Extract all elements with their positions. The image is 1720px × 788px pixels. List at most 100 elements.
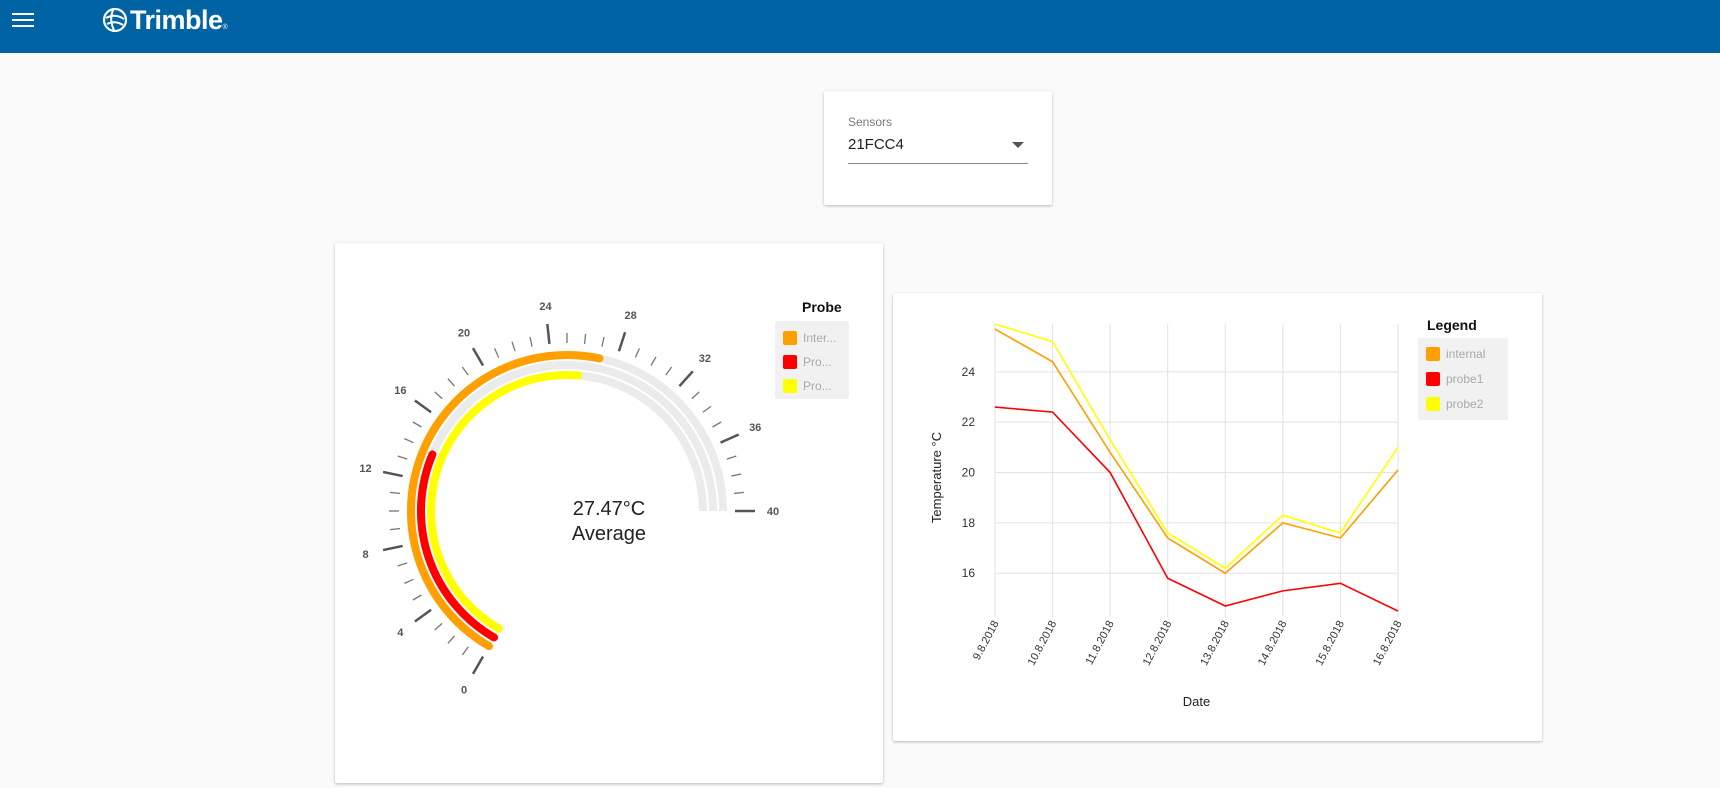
gauge-minor-tick bbox=[529, 336, 533, 347]
x-tick-label: 10.8.2018 bbox=[1026, 619, 1060, 668]
legend-item-internal[interactable]: internal bbox=[1426, 346, 1485, 362]
gauge-minor-tick bbox=[389, 491, 400, 495]
y-tick-label: 18 bbox=[962, 516, 976, 530]
gauge-minor-tick bbox=[412, 421, 422, 428]
legend-label: Pro... bbox=[803, 355, 832, 369]
gauge-minor-tick bbox=[397, 562, 408, 567]
gauge-tick-label: 8 bbox=[362, 549, 368, 561]
x-tick-label: 16.8.2018 bbox=[1371, 619, 1405, 668]
gauge-minor-tick bbox=[691, 391, 700, 400]
logo-registered-mark: ® bbox=[222, 24, 228, 31]
gauge-minor-tick bbox=[712, 421, 722, 428]
gauge-minor-tick bbox=[434, 391, 443, 400]
legend-label: probe2 bbox=[1446, 397, 1484, 411]
gauge-tick-label: 28 bbox=[625, 310, 637, 322]
temperature-chart-card: 16 18 20 22 24 9.8.2018 10.8.2018 11.8.2018 12.8… bbox=[893, 293, 1542, 741]
legend-swatch bbox=[1426, 397, 1440, 411]
legend-item-probe1[interactable]: probe1 bbox=[1426, 371, 1483, 387]
trimble-logo: Trimble ® bbox=[102, 3, 228, 37]
gauge-minor-tick bbox=[461, 366, 469, 376]
gauge-minor-tick bbox=[447, 635, 456, 644]
gauge-minor-tick bbox=[404, 578, 414, 584]
legend-label: internal bbox=[1446, 347, 1486, 361]
legend-swatch bbox=[783, 355, 797, 369]
sensors-label: Sensors bbox=[848, 115, 893, 129]
dropdown-arrow-icon bbox=[1012, 142, 1024, 148]
gauge-minor-tick bbox=[601, 336, 605, 347]
gauge-minor-tick bbox=[511, 341, 516, 352]
y-tick-label: 16 bbox=[962, 566, 976, 580]
chart-legend-title: Legend bbox=[1427, 317, 1477, 333]
x-tick-label: 14.8.2018 bbox=[1256, 619, 1290, 668]
gauge-major-tick bbox=[414, 608, 432, 623]
gauge-tick-label: 32 bbox=[699, 353, 711, 365]
gauge-value-text: 27.47°C bbox=[572, 498, 646, 520]
sensors-select[interactable]: 21FCC4 bbox=[848, 134, 1028, 164]
gauge-minor-tick bbox=[397, 455, 408, 460]
chart-legend: internal probe1 probe2 bbox=[1418, 338, 1508, 420]
legend-item-probe2[interactable]: Pro... bbox=[783, 378, 841, 394]
gauge-tick-label: 16 bbox=[394, 385, 406, 397]
y-tick-label: 20 bbox=[962, 466, 976, 480]
gauge-minor-tick bbox=[734, 491, 745, 495]
legend-label: probe1 bbox=[1446, 372, 1484, 386]
gauge-tick-label: 24 bbox=[539, 301, 552, 313]
gauge-major-tick bbox=[546, 323, 551, 345]
gauge-major-tick bbox=[471, 655, 485, 675]
legend-item-probe2[interactable]: probe2 bbox=[1426, 396, 1483, 412]
series-line-probe1 bbox=[994, 406, 1399, 612]
x-tick-label: 15.8.2018 bbox=[1314, 619, 1348, 668]
series-line-probe2 bbox=[994, 323, 1399, 570]
x-tick-label: 12.8.2018 bbox=[1141, 619, 1175, 668]
gauge-minor-tick bbox=[404, 438, 414, 444]
gauge-minor-tick bbox=[731, 473, 742, 477]
gauge-tick-label: 12 bbox=[359, 463, 371, 475]
gauge-major-tick bbox=[382, 544, 403, 552]
gauge-minor-tick bbox=[494, 348, 500, 358]
y-axis-title: Temperature °C bbox=[929, 432, 944, 523]
gauge-tick-label: 20 bbox=[458, 328, 470, 340]
legend-item-probe1[interactable]: Pro... bbox=[783, 354, 841, 370]
gauge-major-tick bbox=[617, 331, 627, 352]
gauge-tick-label: 36 bbox=[749, 422, 761, 434]
gauge-minor-tick bbox=[702, 405, 712, 413]
y-tick-label: 22 bbox=[962, 415, 976, 429]
gauge-minor-tick bbox=[461, 646, 469, 656]
x-tick-label: 9.8.2018 bbox=[971, 619, 1002, 662]
legend-label: Inter... bbox=[803, 331, 837, 345]
gauge-caption: Average bbox=[571, 523, 647, 545]
x-tick-label: 11.8.2018 bbox=[1084, 619, 1117, 667]
legend-label: Pro... bbox=[803, 379, 832, 393]
gauge-minor-tick bbox=[665, 366, 673, 376]
probe-legend-title: Probe bbox=[802, 299, 842, 315]
trimble-globe-icon bbox=[102, 7, 128, 33]
legend-swatch bbox=[1426, 372, 1440, 386]
x-tick-label: 13.8.2018 bbox=[1198, 619, 1232, 668]
legend-item-internal[interactable]: Inter... bbox=[783, 330, 841, 346]
gauge-minor-tick bbox=[447, 378, 456, 387]
logo-text: Trimble bbox=[130, 4, 223, 35]
gauge-minor-tick bbox=[726, 455, 737, 460]
legend-swatch bbox=[783, 331, 797, 345]
sensor-card: Sensors 21FCC4 bbox=[824, 91, 1052, 205]
gauge-major-tick bbox=[719, 433, 740, 444]
gauge-major-tick bbox=[414, 399, 432, 414]
y-tick-label: 24 bbox=[962, 365, 976, 379]
gauge-tick-label: 0 bbox=[461, 684, 467, 696]
gauge-minor-tick bbox=[434, 622, 443, 631]
sensors-selected-value: 21FCC4 bbox=[848, 136, 904, 153]
menu-icon[interactable] bbox=[12, 13, 34, 29]
top-app-bar: Trimble ® bbox=[0, 0, 1720, 53]
series-line-internal bbox=[994, 328, 1399, 575]
gauge-major-tick bbox=[678, 370, 694, 387]
gauge-minor-tick bbox=[634, 348, 640, 358]
legend-swatch bbox=[1426, 347, 1440, 361]
gauge-minor-tick bbox=[650, 356, 657, 366]
gauge-card: 0 4 8 12 16 20 24 28 32 36 40 27.47°C Average Prob… bbox=[335, 243, 883, 783]
gauge-major-tick bbox=[382, 470, 403, 478]
gauge-minor-tick bbox=[412, 594, 422, 601]
x-axis-title: Date bbox=[1183, 694, 1210, 709]
legend-swatch bbox=[783, 379, 797, 393]
gauge-tick-label: 4 bbox=[397, 627, 404, 639]
probe-legend: Inter... Pro... Pro... bbox=[775, 321, 849, 399]
